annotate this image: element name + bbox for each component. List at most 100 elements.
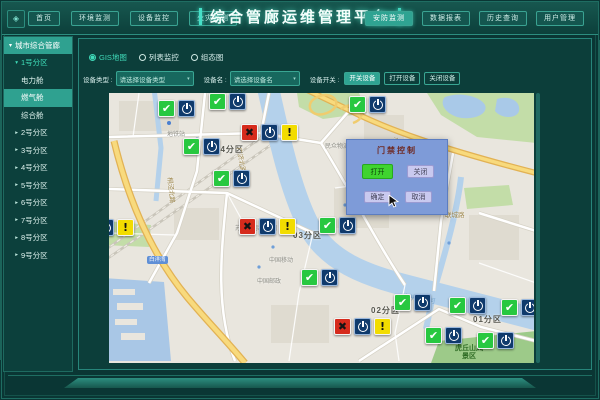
power-button-icon[interactable]: [321, 269, 338, 286]
status-ok-icon: ✔: [425, 327, 442, 344]
power-button-icon[interactable]: [203, 138, 220, 155]
power-stem: [377, 99, 379, 105]
sidebar-item[interactable]: ▸6号分区: [4, 194, 72, 212]
map-canvas[interactable]: 04分区03分区02分区01分区沪宁高速联城路广济北路桐泾北路京杭大运河白洋湾中…: [109, 93, 534, 363]
nav-button[interactable]: 数据报表: [422, 11, 470, 26]
sidebar-item-label: 7号分区: [21, 215, 48, 226]
device-marker-ok[interactable]: ✔: [425, 327, 462, 344]
map-scrollbar[interactable]: [536, 93, 540, 363]
road-badge: 白洋湾: [147, 256, 168, 264]
nav-button[interactable]: 安防监测: [365, 11, 413, 26]
sidebar-item[interactable]: ▸7号分区: [4, 212, 72, 230]
power-button-icon[interactable]: [497, 332, 514, 349]
power-button-icon[interactable]: [109, 219, 114, 236]
sidebar-root-node[interactable]: ▾ 城市综合管廊: [4, 37, 72, 54]
nav-button[interactable]: 环境监测: [71, 11, 119, 26]
nav-button[interactable]: 用户管理: [536, 11, 584, 26]
caret-down-icon: ▾: [4, 60, 18, 66]
view-mode-radio[interactable]: 组态图: [191, 52, 224, 63]
nav-button[interactable]: 设备监控: [130, 11, 178, 26]
status-fault-icon: ✖: [239, 218, 256, 235]
caret-right-icon: ▸: [4, 130, 18, 136]
warning-icon: !: [281, 124, 298, 141]
power-button-icon[interactable]: [233, 170, 250, 187]
radio-off-icon: [139, 54, 146, 61]
device-marker-ok[interactable]: ✔: [394, 294, 431, 311]
sidebar-item[interactable]: ▸4号分区: [4, 159, 72, 177]
power-button-icon[interactable]: [445, 327, 462, 344]
sidebar-item[interactable]: 综合舱: [4, 107, 72, 125]
sidebar-item[interactable]: ▸3号分区: [4, 142, 72, 160]
dialog-title: 门禁控制: [347, 145, 447, 156]
device-marker-ok[interactable]: ✔: [319, 217, 356, 234]
ok-button[interactable]: 确定: [364, 191, 391, 203]
device-marker-ok[interactable]: ✔: [449, 297, 486, 314]
nav-button[interactable]: 火灾监测: [189, 11, 237, 26]
sidebar-item[interactable]: ▸2号分区: [4, 124, 72, 142]
warning-icon: !: [279, 218, 296, 235]
open-button[interactable]: 打开: [362, 164, 393, 179]
sidebar-item[interactable]: ▸8号分区: [4, 229, 72, 247]
power-button-icon[interactable]: [178, 100, 195, 117]
power-button-icon[interactable]: [521, 299, 534, 316]
sidebar-item[interactable]: ▸5号分区: [4, 177, 72, 195]
device-marker-ok[interactable]: ✔: [501, 299, 534, 316]
device-marker-ok[interactable]: ✔: [477, 332, 514, 349]
sidebar-item-label: 综合舱: [21, 110, 44, 121]
power-ring: [109, 223, 111, 233]
power-button-icon[interactable]: [369, 96, 386, 113]
power-button-icon[interactable]: [229, 93, 246, 110]
device-marker-fault[interactable]: ✖!: [109, 219, 134, 236]
chevron-down-icon: ▾: [293, 76, 296, 82]
power-stem: [362, 321, 364, 327]
device-marker-fault[interactable]: ✖!: [334, 318, 391, 335]
sidebar-item[interactable]: ▸9号分区: [4, 247, 72, 265]
device-marker-ok[interactable]: ✔: [158, 100, 195, 117]
nav-left: 首页环境监测设备监控火灾监测: [28, 11, 237, 26]
device-switch-button[interactable]: 打开设备: [384, 72, 420, 85]
nav-button[interactable]: 首页: [28, 11, 60, 26]
power-button-icon[interactable]: [414, 294, 431, 311]
device-marker-ok[interactable]: ✔: [301, 269, 338, 286]
power-button-icon[interactable]: [261, 124, 278, 141]
device-marker-fault[interactable]: ✖!: [241, 124, 298, 141]
view-mode-radio[interactable]: 列表监控: [139, 52, 179, 63]
device-name-select[interactable]: 请选择设备名 ▾: [230, 71, 300, 86]
status-ok-icon: ✔: [477, 332, 494, 349]
power-button-icon[interactable]: [469, 297, 486, 314]
device-marker-ok[interactable]: ✔: [209, 93, 246, 110]
device-type-select[interactable]: 请选择设备类型 ▾: [116, 71, 194, 86]
status-ok-icon: ✔: [213, 170, 230, 187]
sidebar-item-label: 4号分区: [21, 162, 48, 173]
warning-icon: !: [374, 318, 391, 335]
power-button-icon[interactable]: [354, 318, 371, 335]
device-switch-button[interactable]: 开关设备: [344, 72, 380, 85]
device-switch-button[interactable]: 关闭设备: [424, 72, 460, 85]
sidebar-item-label: 1号分区: [21, 57, 48, 68]
sidebar-item-label: 2号分区: [21, 127, 48, 138]
status-ok-icon: ✔: [449, 297, 466, 314]
dashboard: ◈ 首页环境监测设备监控火灾监测 综合管廊运维管理平台 安防监测数据报表历史查询…: [0, 0, 600, 400]
sidebar-item[interactable]: ▾1号分区: [4, 54, 72, 72]
sidebar-item[interactable]: 电力舱: [4, 72, 72, 90]
power-button-icon[interactable]: [259, 218, 276, 235]
nav-button[interactable]: 历史查询: [479, 11, 527, 26]
power-stem: [422, 297, 424, 303]
sidebar-item-label: 燃气舱: [21, 92, 44, 103]
power-stem: [347, 220, 349, 226]
power-button-icon[interactable]: [339, 217, 356, 234]
cancel-button[interactable]: 取消: [405, 191, 432, 203]
device-marker-ok[interactable]: ✔: [183, 138, 220, 155]
close-button[interactable]: 关闭: [407, 165, 434, 178]
power-stem: [477, 300, 479, 306]
device-marker-ok[interactable]: ✔: [213, 170, 250, 187]
view-mode-label: GIS地图: [99, 52, 127, 63]
header: ◈ 首页环境监测设备监控火灾监测 综合管廊运维管理平台 安防监测数据报表历史查询…: [2, 2, 598, 35]
view-mode-radio[interactable]: GIS地图: [89, 52, 127, 63]
radio-off-icon: [191, 54, 198, 61]
status-ok-icon: ✔: [183, 138, 200, 155]
device-marker-ok[interactable]: ✔: [349, 96, 386, 113]
sidebar-item[interactable]: 燃气舱: [4, 89, 72, 107]
caret-right-icon: ▸: [4, 252, 18, 258]
device-marker-fault[interactable]: ✖!: [239, 218, 296, 235]
